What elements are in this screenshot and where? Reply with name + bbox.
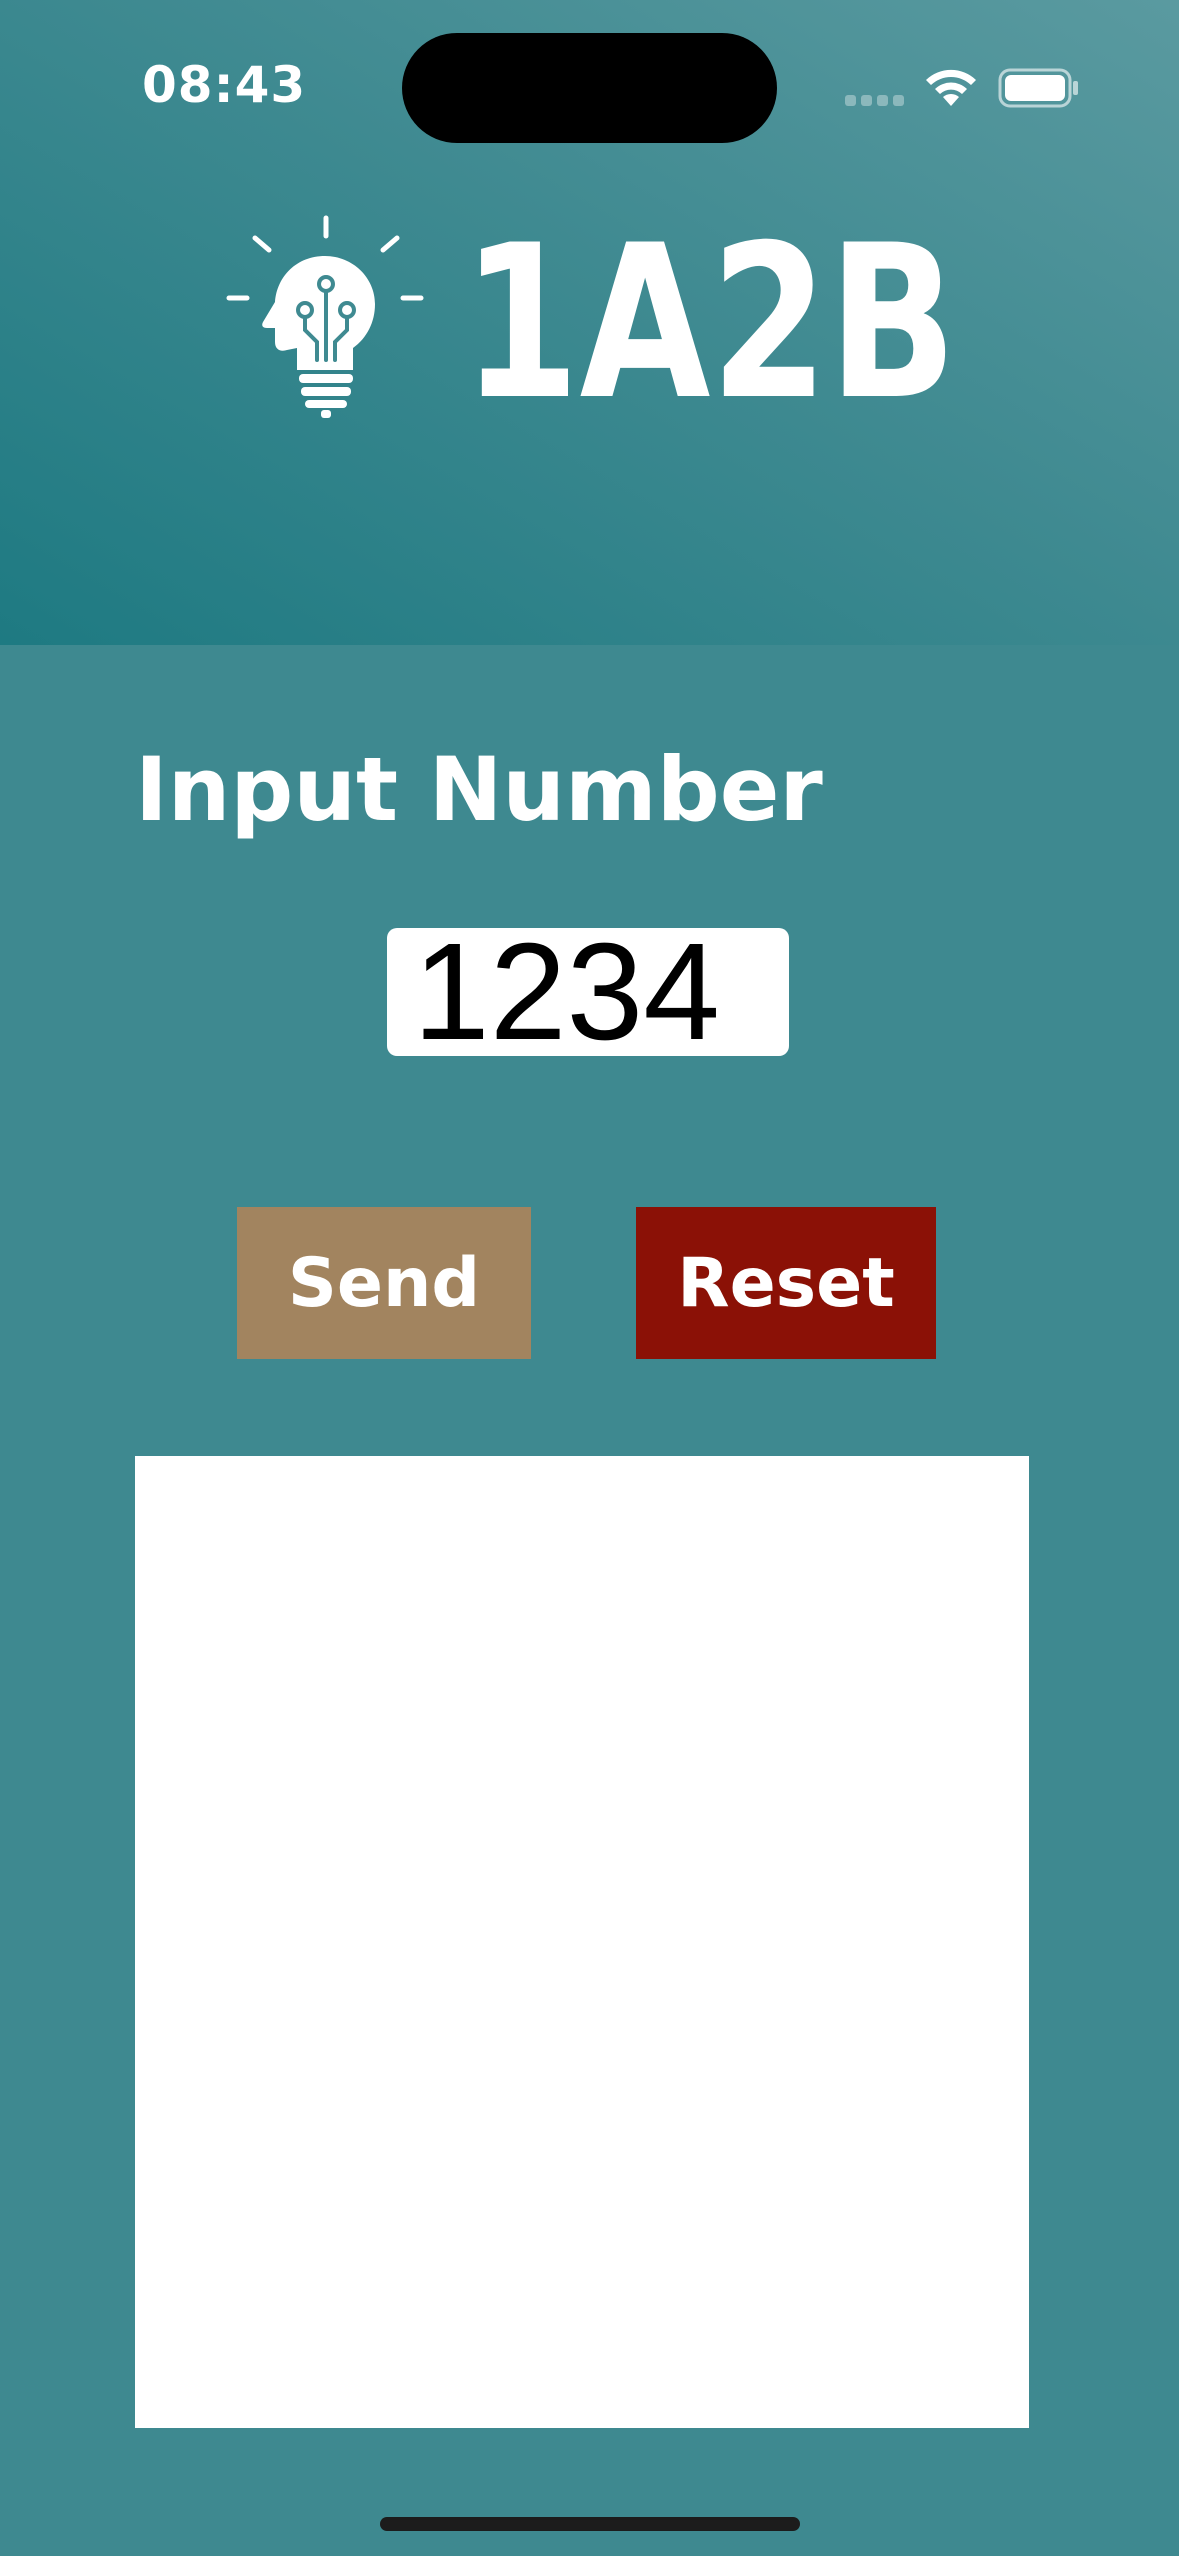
cellular-signal-icon bbox=[845, 95, 905, 107]
battery-icon bbox=[998, 68, 1078, 108]
logo-wordmark: 1A2B bbox=[462, 218, 957, 408]
lightbulb-head-circuit-icon bbox=[226, 215, 424, 418]
number-input[interactable] bbox=[387, 928, 789, 1056]
wifi-icon bbox=[926, 69, 976, 106]
send-button[interactable]: Send bbox=[237, 1207, 531, 1359]
dynamic-island bbox=[402, 33, 777, 143]
logo-text: 1A2B bbox=[462, 218, 957, 408]
status-time: 08:43 bbox=[142, 56, 307, 114]
reset-button[interactable]: Reset bbox=[636, 1207, 936, 1359]
header-banner: 08:43 1A2B bbox=[0, 0, 1179, 645]
page-title: Input Number bbox=[135, 738, 823, 841]
result-panel bbox=[135, 1456, 1029, 2428]
status-bar: 08:43 bbox=[0, 0, 1179, 170]
home-indicator[interactable] bbox=[380, 2517, 800, 2531]
